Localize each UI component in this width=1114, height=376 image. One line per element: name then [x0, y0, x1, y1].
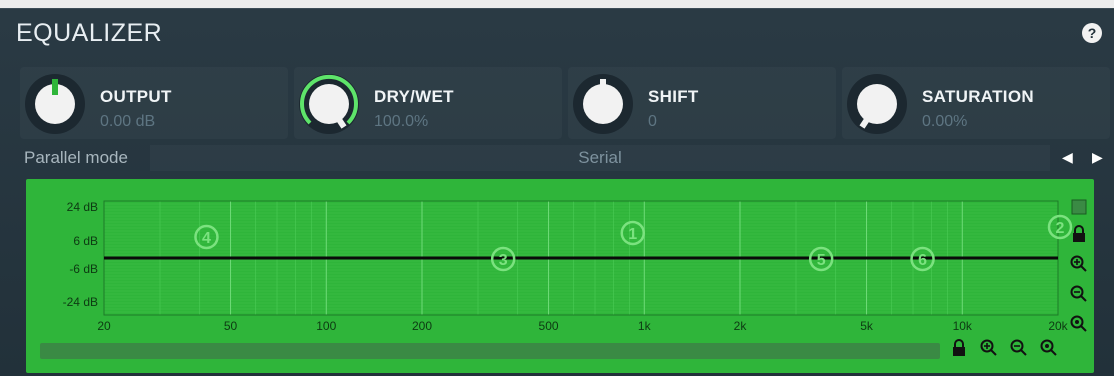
parallel-mode-value: Serial [578, 148, 622, 167]
band-marker-label: 5 [817, 252, 826, 269]
band-marker-label: 1 [628, 226, 637, 243]
help-button[interactable]: ? [1082, 23, 1102, 43]
equalizer-panel: EQUALIZER ? OUTPUT 0.00 dB DRY/WET 100.0… [0, 8, 1114, 376]
panel-title: EQUALIZER [16, 19, 163, 47]
knob-dry-wet[interactable]: DRY/WET 100.0% [294, 67, 562, 139]
x-tick-label: 5k [860, 319, 874, 333]
knob-shift[interactable]: SHIFT 0 [568, 67, 836, 139]
dry-wet-knob[interactable] [296, 71, 362, 137]
knob-saturation[interactable]: SATURATION 0.00% [842, 67, 1110, 139]
x-tick-label: 1k [638, 319, 652, 333]
shift-knob[interactable] [570, 71, 636, 137]
knob-label: DRY/WET [374, 87, 454, 106]
zoom-reset-icon[interactable] [1038, 339, 1060, 362]
knob-label: SATURATION [922, 87, 1034, 106]
knob-value: 0.00 dB [100, 113, 156, 130]
parallel-mode-row: Parallel mode Serial ◀ ▶ [20, 145, 1110, 173]
x-tick-label: 20k [1048, 319, 1068, 333]
y-tick-label: -6 dB [69, 262, 98, 276]
x-tick-label: 200 [412, 319, 432, 333]
lock-icon[interactable] [948, 339, 970, 362]
band-marker-label: 6 [918, 252, 927, 269]
x-tick-label: 500 [539, 319, 559, 333]
y-tick-label: -24 dB [63, 295, 98, 309]
knob-value: 100.0% [374, 113, 429, 130]
knob-label: SHIFT [648, 87, 699, 106]
band-marker-label: 4 [202, 230, 211, 247]
knob-value: 0.00% [922, 113, 968, 130]
x-tick-label: 10k [953, 319, 973, 333]
zoom-out-icon[interactable] [1069, 285, 1089, 306]
zoom-in-icon[interactable] [1069, 255, 1089, 276]
zoom-out-icon[interactable] [1008, 339, 1030, 362]
knob-label: OUTPUT [100, 87, 172, 106]
band-marker-label: 3 [499, 252, 508, 269]
knob-value: 0 [648, 113, 657, 130]
output-knob[interactable] [22, 71, 88, 137]
x-tick-label: 50 [224, 319, 238, 333]
zoom-reset-icon[interactable] [1069, 315, 1089, 336]
x-tick-label: 20 [97, 319, 111, 333]
eq-graph-area[interactable]: 24 dB 6 dB -6 dB -24 dB 20 50 100 200 500 1k 2k 5k 1… [26, 179, 1094, 373]
parallel-mode-selector[interactable]: Serial [150, 145, 1050, 171]
triangle-right-icon[interactable]: ▶ [1092, 149, 1103, 166]
zoom-in-icon[interactable] [978, 339, 1000, 362]
y-tick-label: 6 dB [73, 234, 98, 248]
horizontal-scrollbar[interactable] [40, 343, 940, 359]
x-tick-label: 2k [734, 319, 748, 333]
x-tick-label: 100 [316, 319, 336, 333]
band-marker-label: 2 [1056, 220, 1065, 237]
knob-row: OUTPUT 0.00 dB DRY/WET 100.0% SHIFT 0 SA… [20, 67, 1110, 141]
lock-icon[interactable] [1069, 225, 1089, 246]
square-icon[interactable] [1069, 199, 1089, 218]
triangle-left-icon[interactable]: ◀ [1062, 149, 1073, 166]
knob-output[interactable]: OUTPUT 0.00 dB [20, 67, 288, 139]
y-tick-label: 24 dB [67, 200, 98, 214]
saturation-knob[interactable] [844, 71, 910, 137]
parallel-mode-label: Parallel mode [24, 148, 128, 167]
